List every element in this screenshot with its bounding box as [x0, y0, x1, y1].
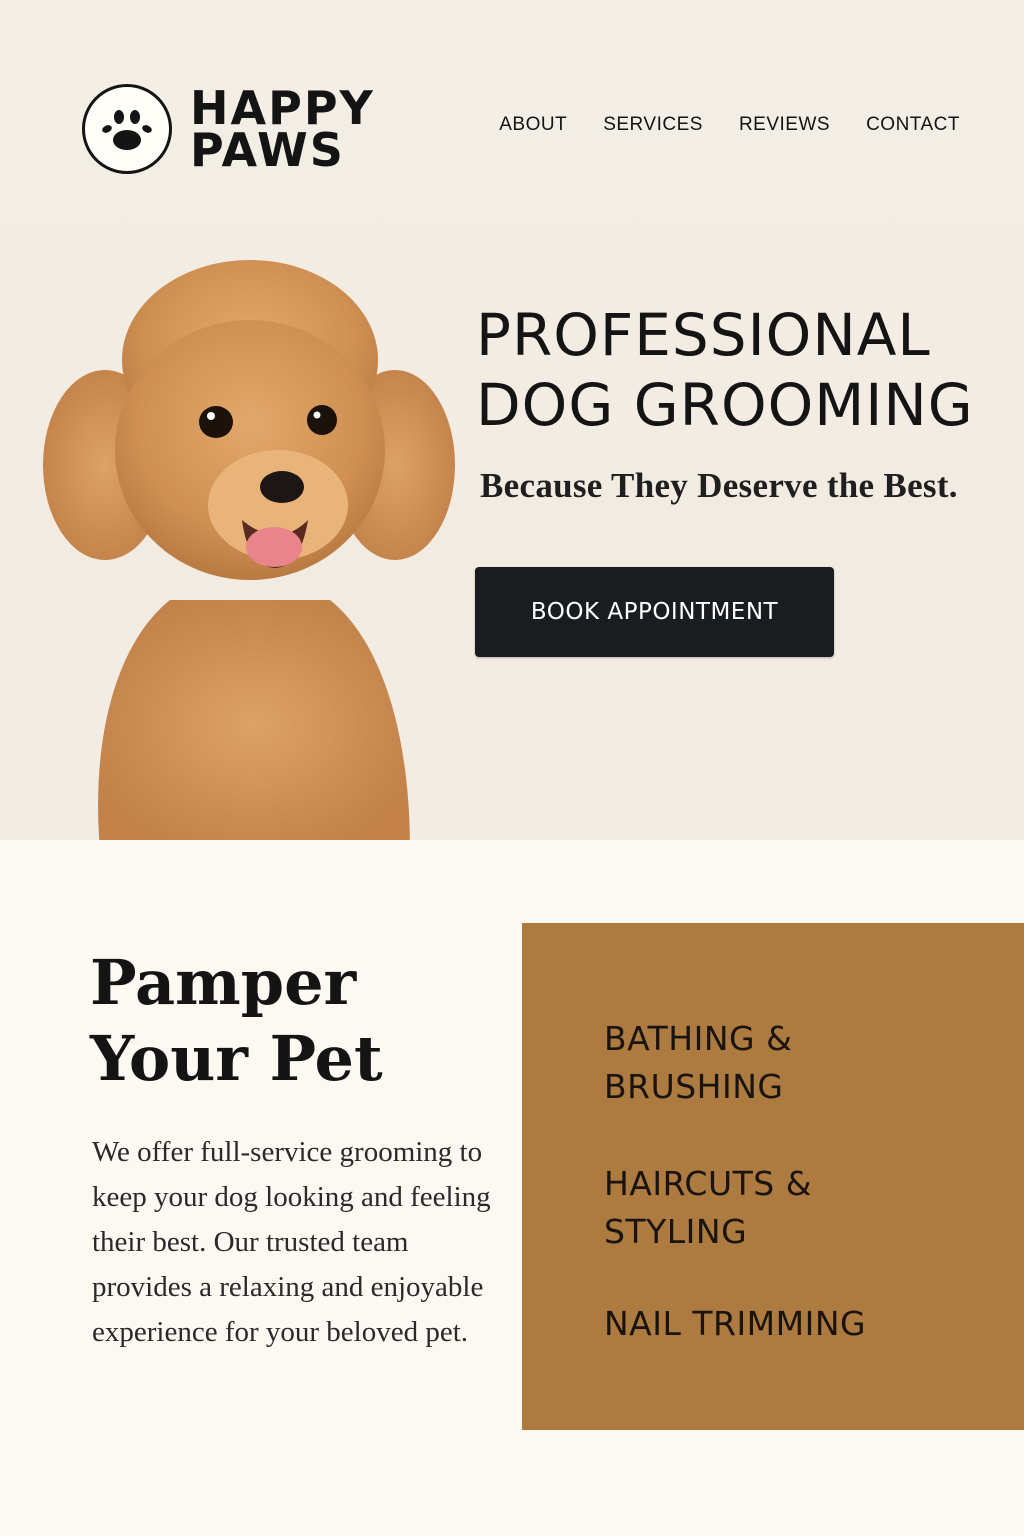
service-item-nail-trimming[interactable]: NAIL TRIMMING — [604, 1300, 866, 1348]
book-appointment-button[interactable]: BOOK APPOINTMENT — [475, 567, 834, 657]
service-label-line2: BRUSHING — [604, 1067, 784, 1106]
hero-headline-line2: DOG GROOMING — [476, 371, 974, 439]
nav-services[interactable]: SERVICES — [603, 114, 703, 136]
service-label-line2: STYLING — [604, 1212, 748, 1251]
service-item-haircuts[interactable]: HAIRCUTS & STYLING — [604, 1160, 812, 1256]
service-label-line1: NAIL TRIMMING — [604, 1304, 867, 1343]
poodle-photo — [43, 260, 455, 840]
about-description: We offer full-service grooming to keep y… — [92, 1136, 491, 1348]
brand-name-line2: PAWS — [190, 123, 345, 177]
hero-headline: PROFESSIONAL DOG GROOMING — [476, 300, 974, 440]
service-label-line1: HAIRCUTS & — [604, 1164, 812, 1203]
paw-print-icon — [82, 84, 172, 174]
about-title: Pamper Your Pet — [90, 945, 383, 1097]
service-label-line1: BATHING & — [604, 1019, 793, 1058]
main-nav: ABOUT SERVICES REVIEWS CONTACT — [499, 114, 960, 136]
about-title-line2: Your Pet — [90, 1022, 383, 1095]
about-section: Pamper Your Pet We offer full-service gr… — [0, 840, 1024, 1536]
services-panel: BATHING & BRUSHING HAIRCUTS & STYLING NA… — [522, 923, 1024, 1430]
nav-about[interactable]: ABOUT — [499, 114, 567, 136]
hero-tagline: Because They Deserve the Best. — [480, 466, 958, 505]
nav-contact[interactable]: CONTACT — [866, 114, 960, 136]
brand-name: HAPPY PAWS — [190, 85, 375, 177]
nav-reviews[interactable]: REVIEWS — [739, 114, 830, 136]
hero-headline-line1: PROFESSIONAL — [476, 301, 931, 369]
about-title-line1: Pamper — [90, 946, 357, 1019]
hero-section: HAPPY PAWS ABOUT SERVICES REVIEWS CONTAC… — [0, 0, 1024, 840]
service-item-bathing[interactable]: BATHING & BRUSHING — [604, 1015, 792, 1111]
brand-logo[interactable]: HAPPY PAWS — [82, 84, 375, 174]
